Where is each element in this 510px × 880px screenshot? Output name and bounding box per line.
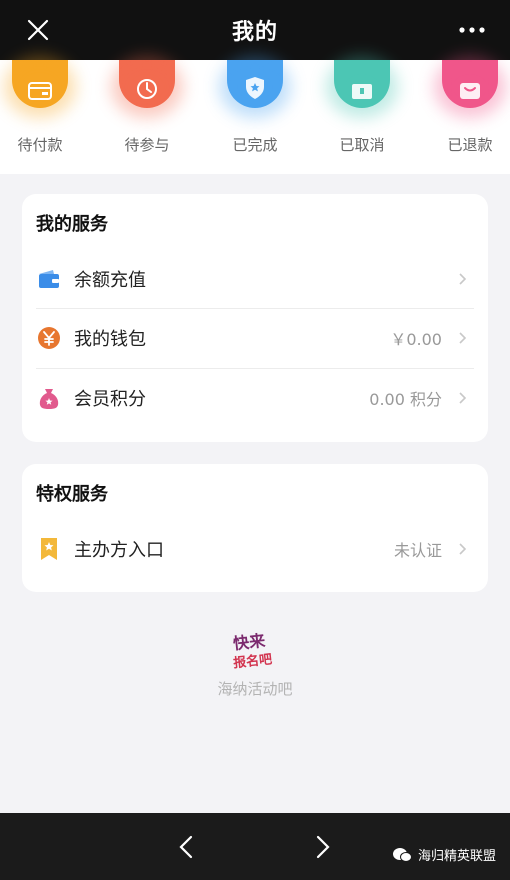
order-pending-payment[interactable]: 待付款 [0,56,90,174]
order-completed[interactable]: 已完成 [205,56,305,174]
order-cancelled[interactable]: 已取消 [312,56,412,174]
my-services-card: 我的服务 余额充值 我的钱包 ￥0.00 会员积分 0.00 积分 [22,194,488,442]
money-bag-icon [36,385,62,411]
member-points-row[interactable]: 会员积分 0.00 积分 [36,369,474,427]
order-label: 待付款 [17,136,63,154]
chevron-right-icon [458,272,468,286]
box-icon [352,84,372,99]
watermark: 海归精英联盟 [392,845,496,864]
order-status-row: 待付款 待参与 已完成 已取消 已退款 [0,56,510,174]
order-refunded[interactable]: 已退款 [420,56,510,174]
wechat-icon [392,847,412,863]
chevron-right-icon [458,331,468,345]
my-wallet-row[interactable]: 我的钱包 ￥0.00 [36,309,474,367]
row-value: 0.00 积分 [369,390,442,409]
more-dots-icon [459,27,485,33]
order-icon-bubble [326,56,398,118]
order-label: 已退款 [447,136,493,154]
forward-button[interactable] [309,833,337,861]
row-label: 我的钱包 [74,329,146,350]
organizer-entry-row[interactable]: 主办方入口 未认证 [36,520,474,578]
brand-name: 海纳活动吧 [217,680,293,698]
balance-recharge-row[interactable]: 余额充值 [36,250,474,308]
row-label: 会员积分 [74,389,146,410]
clock-icon [137,79,157,99]
page-title: 我的 [231,20,278,45]
brand-logo: 快来 报名吧 [0,630,510,674]
bottom-nav-bar: 海归精英联盟 [0,813,510,880]
back-button[interactable] [172,833,200,861]
row-value: 未认证 [393,541,442,560]
refund-box-icon [460,83,480,99]
bookmark-star-icon [36,536,62,562]
order-icon-bubble [434,56,506,118]
row-label: 余额充值 [74,270,146,291]
chevron-right-icon [458,391,468,405]
order-pending-attend[interactable]: 待参与 [97,56,197,174]
chevron-right-icon [458,542,468,556]
wallet-icon [36,266,62,292]
order-label: 待参与 [124,136,170,154]
top-bar: 我的 [0,0,510,60]
order-label: 已取消 [339,136,385,154]
section-title: 特权服务 [36,484,108,505]
privilege-services-card: 特权服务 主办方入口 未认证 [22,464,488,592]
row-value: ￥0.00 [390,330,442,349]
row-label: 主办方入口 [74,540,164,561]
shield-star-icon [246,77,264,99]
section-title: 我的服务 [36,214,108,235]
watermark-text: 海归精英联盟 [417,849,496,864]
wallet-card-icon [28,82,52,100]
svg-text:报名吧: 报名吧 [232,651,272,670]
chevron-right-icon [316,835,330,859]
order-icon-bubble [4,56,76,118]
order-icon-bubble [219,56,291,118]
yen-coin-icon [36,325,62,351]
order-label: 已完成 [232,136,278,154]
order-icon-bubble [111,56,183,118]
chevron-left-icon [179,835,193,859]
more-button[interactable] [456,18,488,42]
svg-text:快来: 快来 [232,631,267,653]
